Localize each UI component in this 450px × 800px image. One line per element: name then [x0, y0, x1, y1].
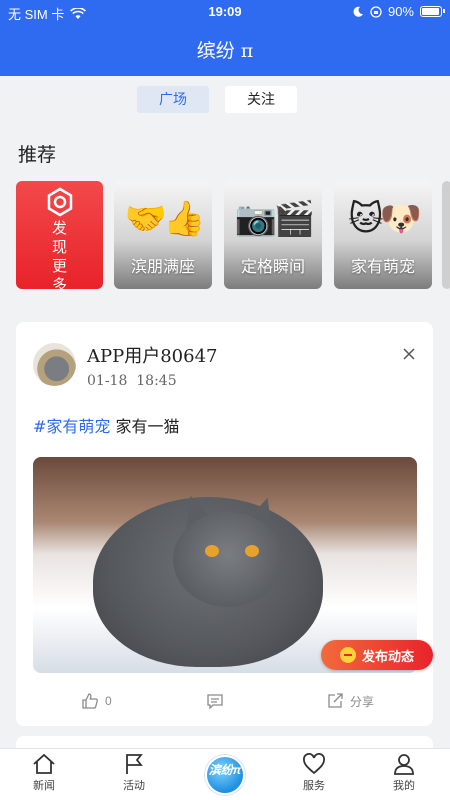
post-username[interactable]: APP用户80647: [87, 342, 217, 368]
topic-card-label: 家有萌宠: [350, 259, 415, 276]
nav-activity-label: 活动: [123, 780, 145, 792]
user-icon: [394, 754, 414, 775]
nav-service-label: 服务: [303, 780, 325, 792]
publish-post-button[interactable]: 发布动态: [321, 640, 433, 670]
heart-icon: [303, 753, 325, 775]
flag-icon: [126, 754, 143, 774]
post-timestamp: 01-18 18:45: [87, 373, 177, 389]
tab-square[interactable]: 广场: [137, 86, 209, 113]
post-hashtag[interactable]: #家有萌宠: [33, 417, 110, 436]
cat-eye-left: [205, 545, 219, 557]
share-label: 分享: [350, 694, 375, 709]
topic-card-friends[interactable]: 🤝👍 滨朋满座: [114, 181, 212, 289]
post-text: 家有一猫: [115, 417, 180, 436]
app-header: 无 SIM 卡 19:09 90% 缤纷 π: [0, 0, 450, 76]
comment-icon: [207, 694, 223, 710]
thumbs-up-icon: [82, 693, 98, 709]
camera-clapper-icon: 📷🎬: [234, 200, 316, 238]
nav-mine[interactable]: 我的: [374, 753, 434, 793]
nav-activity[interactable]: 活动: [104, 753, 164, 793]
status-bar: 无 SIM 卡 19:09 90%: [0, 0, 450, 24]
tab-bar: 广场 关注: [0, 86, 450, 114]
battery-icon: [420, 6, 445, 17]
page-title: 缤纷 π: [196, 40, 254, 62]
publish-icon: [339, 647, 356, 663]
handshake-thumbs-icon: 🤝👍: [124, 200, 206, 238]
home-icon: [33, 753, 55, 774]
post-actions: 0 分享: [0, 692, 450, 716]
topic-card-moments[interactable]: 📷🎬 定格瞬间: [224, 181, 322, 289]
recommend-title: 推荐: [18, 144, 57, 166]
comment-button[interactable]: [206, 692, 224, 710]
avatar[interactable]: [33, 343, 76, 386]
battery-percent: 90%: [387, 4, 414, 19]
cat-head: [173, 512, 283, 607]
publish-post-label: 发布动态: [361, 648, 414, 664]
nav-news[interactable]: 新闻: [14, 753, 74, 793]
like-count: 0: [105, 694, 112, 708]
close-icon[interactable]: [403, 348, 415, 360]
discover-more-card[interactable]: 发现更多: [16, 181, 103, 289]
status-right: 90%: [353, 4, 445, 19]
moon-icon: [353, 6, 363, 17]
nav-news-label: 新闻: [33, 780, 55, 792]
topic-card-label: 滨朋满座: [130, 259, 195, 276]
tab-following[interactable]: 关注: [225, 86, 297, 113]
hexagon-icon: [47, 187, 73, 217]
cat-eye-right: [245, 545, 259, 557]
like-button[interactable]: 0: [81, 692, 112, 710]
nav-service[interactable]: 服务: [284, 753, 344, 793]
share-icon: [328, 693, 343, 708]
topic-card-pets[interactable]: 🐱🐶 家有萌宠: [334, 181, 432, 289]
post-time: 18:45: [136, 373, 177, 389]
post-content: #家有萌宠 家有一猫: [33, 413, 180, 437]
cat-dog-icon: 🐱🐶: [348, 200, 422, 238]
post-date: 01-18: [87, 373, 128, 389]
topic-card-label: 定格瞬间: [240, 259, 305, 276]
nav-center-logo[interactable]: 滨纷π: [205, 755, 245, 795]
discover-more-label: 发现更多: [51, 220, 67, 289]
nav-mine-label: 我的: [393, 780, 415, 792]
topic-card-partial[interactable]: [442, 181, 450, 289]
rotation-lock-icon: [370, 5, 382, 18]
share-button[interactable]: 分享: [326, 692, 374, 710]
